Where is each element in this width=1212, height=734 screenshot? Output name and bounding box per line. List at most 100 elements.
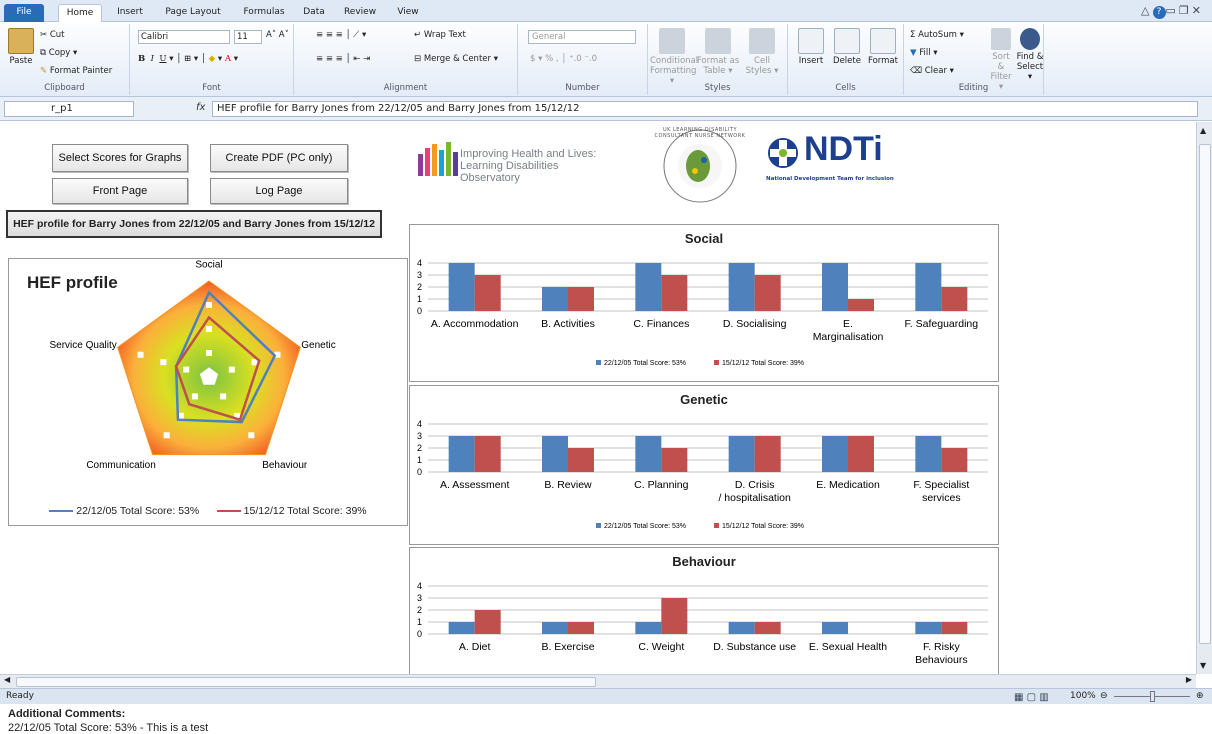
wrap-text-button[interactable]: ↵ Wrap Text	[414, 30, 466, 40]
insert-cells-button[interactable]: Insert	[794, 28, 828, 66]
behaviour-chart[interactable]: Behaviour 0 1 2 3 4 A. Diet B. Exercise C. Weig…	[409, 547, 999, 674]
help-icon[interactable]: ?	[1152, 6, 1166, 19]
genetic-chart[interactable]: Genetic 0 1 2 3 4 A. Assessment B. Review C. Pl…	[409, 385, 999, 545]
select-scores-button[interactable]: Select Scores for Graphs	[52, 144, 188, 172]
zoom-in-icon[interactable]: ⊕	[1196, 689, 1204, 704]
x-tick-label: Behaviours	[915, 654, 968, 666]
view-buttons[interactable]: ▦ ▢ ▥	[1014, 690, 1049, 705]
zoom-slider-thumb[interactable]	[1150, 691, 1155, 702]
x-tick-label: / hospitalisation	[718, 492, 791, 504]
radar-grid-marker	[228, 366, 235, 373]
bar	[448, 263, 475, 311]
tab-data[interactable]: Data	[298, 4, 330, 22]
hef-radar-chart[interactable]: HEF profile Social Genetic Behaviour Commun…	[8, 258, 408, 526]
vertical-scroll-thumb[interactable]	[1199, 144, 1211, 644]
format-painter-button[interactable]: ✎ Format Painter	[40, 66, 112, 76]
legend-swatch	[714, 523, 719, 528]
bold-italic-underline-buttons[interactable]: B I U ▾ │ ⊞ ▾ │ ◆ ▾ A ▾	[138, 54, 238, 64]
bar	[568, 287, 594, 311]
log-page-button[interactable]: Log Page	[210, 178, 348, 204]
x-tick-label: A. Diet	[459, 641, 491, 653]
radar-legend-2: 15/12/12 Total Score: 39%	[243, 505, 367, 517]
insert-cells-icon	[798, 28, 824, 54]
name-box[interactable]: r_p1	[4, 101, 134, 117]
x-tick-label: D. Substance use	[713, 641, 796, 653]
radar-grid-marker	[163, 432, 170, 439]
fill-button[interactable]: ▼ Fill ▾	[910, 48, 938, 58]
align-left-icons[interactable]: ≡ ≡ ≡ │ ⇤ ⇥	[316, 54, 370, 64]
font-group-label: Font	[202, 83, 221, 93]
tab-formulas[interactable]: Formulas	[236, 4, 292, 22]
tab-view[interactable]: View	[390, 4, 426, 22]
scissors-icon: ✂	[40, 30, 50, 40]
paintbrush-icon: ✎	[40, 66, 50, 76]
number-format-select[interactable]: General	[528, 30, 636, 44]
align-top-icons[interactable]: ≡ ≡ ≡ │ ⟋ ▾	[316, 30, 366, 40]
y-tick-label: 1	[417, 294, 422, 304]
radar-grid-marker	[137, 351, 144, 358]
radar-axis-label: Behaviour	[262, 460, 308, 471]
minimize-ribbon-icon[interactable]: △	[1141, 4, 1152, 17]
x-tick-label: E. Medication	[816, 479, 880, 491]
tab-file[interactable]: File	[4, 4, 44, 22]
grow-font-icon[interactable]: A˄ A˅	[266, 30, 289, 40]
font-size-select[interactable]: 11	[234, 30, 262, 44]
paste-button[interactable]: Paste	[6, 28, 36, 66]
ihal-bars-icon	[418, 142, 458, 176]
autosum-button[interactable]: Σ AutoSum ▾	[910, 30, 964, 40]
number-format-icons[interactable]: $ ▾ % , │ ⁺.0 ⁻.0	[530, 54, 597, 64]
zoom-level[interactable]: 100%	[1070, 689, 1096, 704]
x-tick-label: services	[922, 492, 961, 504]
tab-home[interactable]: Home	[58, 4, 102, 22]
scroll-right-icon[interactable]: ▶	[1186, 675, 1192, 684]
find-select-button[interactable]: Find & Select ▾	[1016, 28, 1044, 82]
delete-cells-button[interactable]: Delete	[830, 28, 864, 66]
fx-icon[interactable]: fx	[196, 102, 205, 113]
clear-button[interactable]: ⌫ Clear ▾	[910, 66, 954, 76]
merge-icon: ⊟	[414, 54, 424, 64]
bar	[474, 436, 501, 472]
bar	[941, 287, 968, 311]
horizontal-scroll-thumb[interactable]	[16, 677, 596, 687]
vertical-scrollbar[interactable]: ▲ ▼	[1196, 122, 1212, 674]
merge-center-button[interactable]: ⊟ Merge & Center ▾	[414, 54, 498, 64]
conditional-formatting-button[interactable]: Conditional Formatting ▾	[650, 28, 698, 86]
font-name-select[interactable]: Calibri	[138, 30, 230, 44]
scroll-left-icon[interactable]: ◀	[4, 675, 10, 684]
fill-icon: ▼	[910, 48, 920, 58]
x-tick-label: D. Socialising	[723, 318, 787, 330]
cell-styles-button[interactable]: Cell Styles ▾	[742, 28, 782, 76]
delete-cells-icon	[834, 28, 860, 54]
x-tick-label: C. Weight	[638, 641, 684, 653]
radar-grid-marker	[206, 302, 212, 308]
y-tick-label: 0	[417, 467, 422, 477]
minimize-icon[interactable]: ▭	[1166, 4, 1179, 17]
social-chart[interactable]: Social 0 1 2 3 4 A. Accommodation B. Activitie…	[409, 224, 999, 382]
format-cells-button[interactable]: Format	[866, 28, 900, 66]
cut-button[interactable]: ✂ Cut	[40, 30, 64, 40]
horizontal-scrollbar[interactable]: ◀ ▶	[0, 674, 1196, 688]
scroll-down-icon[interactable]: ▼	[1200, 661, 1206, 670]
x-tick-label: F. Risky	[923, 641, 961, 653]
legend-swatch	[596, 523, 601, 528]
scroll-up-icon[interactable]: ▲	[1200, 126, 1206, 135]
formula-input[interactable]: HEF profile for Barry Jones from 22/12/0…	[212, 101, 1198, 117]
worksheet[interactable]: Select Scores for Graphs Create PDF (PC …	[0, 122, 1196, 734]
tab-review[interactable]: Review	[338, 4, 382, 22]
styles-group-label: Styles	[704, 83, 731, 93]
radar-grid-marker	[220, 393, 227, 400]
format-as-table-button[interactable]: Format as Table ▾	[696, 28, 740, 76]
behaviour-chart-svg: 0 1 2 3 4 A. Diet B. Exercise C. Weight D. Subst…	[417, 581, 988, 666]
y-tick-label: 2	[417, 605, 422, 615]
front-page-button[interactable]: Front Page	[52, 178, 188, 204]
create-pdf-button[interactable]: Create PDF (PC only)	[210, 144, 348, 172]
copy-button[interactable]: ⧉ Copy ▾	[40, 48, 77, 58]
tab-page-layout[interactable]: Page Layout	[158, 4, 228, 22]
close-icon[interactable]: ✕	[1192, 4, 1204, 17]
restore-icon[interactable]: ❐	[1179, 4, 1192, 17]
zoom-out-icon[interactable]: ⊖	[1100, 689, 1108, 704]
bar	[568, 622, 594, 634]
y-tick-label: 2	[417, 282, 422, 292]
tab-insert[interactable]: Insert	[110, 4, 150, 22]
profile-title-button[interactable]: HEF profile for Barry Jones from 22/12/0…	[6, 210, 382, 238]
